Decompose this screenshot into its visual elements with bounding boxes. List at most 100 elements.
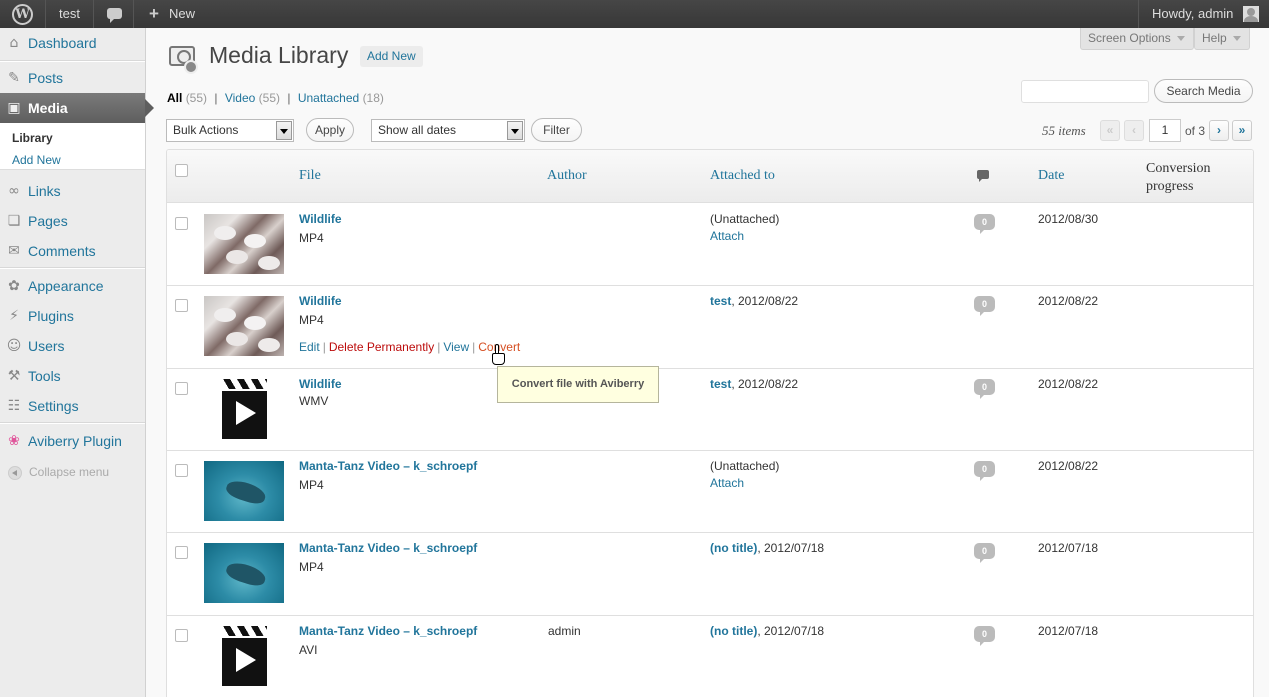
media-table: File Author Attached to Date Conversion …	[166, 149, 1254, 697]
delete-permanently-link[interactable]: Delete Permanently	[329, 340, 434, 354]
dropdown-arrow-icon	[276, 121, 292, 140]
media-title-link[interactable]: Wildlife	[299, 212, 342, 226]
menu-item-appearance[interactable]: ✿ Appearance	[0, 271, 145, 301]
total-pages: of 3	[1185, 124, 1206, 138]
search-media-button[interactable]: Search Media	[1154, 79, 1253, 103]
video-clapper-icon[interactable]	[222, 626, 267, 686]
media-title-link[interactable]: Wildlife	[299, 294, 342, 308]
comments-menu[interactable]	[94, 0, 134, 28]
media-title-link[interactable]: Manta-Tanz Video – k_schroepf	[299, 624, 477, 638]
menu-item-label: Pages	[28, 213, 68, 229]
comment-count-badge[interactable]: 0	[974, 379, 995, 399]
select-all-checkbox[interactable]	[175, 164, 188, 177]
file-extension: MP4	[299, 231, 324, 245]
collapse-menu-button[interactable]: Collapse menu	[0, 463, 145, 483]
comment-count-badge[interactable]: 0	[974, 626, 995, 646]
row-checkbox[interactable]	[175, 382, 188, 395]
menu-item-dashboard[interactable]: ⌂ Dashboard	[0, 28, 145, 58]
date-filter-select[interactable]: Show all dates	[371, 119, 525, 142]
attach-link[interactable]: Attach	[710, 476, 744, 490]
submenu-item-library[interactable]: Library	[12, 131, 53, 145]
menu-item-label: Dashboard	[28, 35, 97, 51]
video-clapper-icon[interactable]	[222, 379, 267, 439]
column-date[interactable]: Date	[1038, 168, 1064, 184]
edit-link[interactable]: Edit	[299, 340, 320, 354]
menu-item-comments[interactable]: ✉ Comments	[0, 236, 145, 266]
apply-button[interactable]: Apply	[306, 118, 354, 142]
comments-column-icon[interactable]	[977, 170, 989, 182]
wordpress-logo-icon: W	[12, 4, 33, 25]
page-title: Media Library	[209, 42, 349, 68]
attached-post-link[interactable]: test	[710, 377, 731, 391]
settings-icon: ☷	[7, 398, 21, 414]
prev-page-button[interactable]: ‹	[1124, 120, 1144, 141]
attached-status: (Unattached)	[710, 459, 780, 473]
media-title-link[interactable]: Wildlife	[299, 377, 342, 391]
site-name-link[interactable]: test	[46, 0, 94, 28]
next-page-button[interactable]: ›	[1209, 120, 1229, 141]
plus-icon: +	[149, 4, 159, 23]
row-checkbox[interactable]	[175, 546, 188, 559]
attached-post-link[interactable]: (no title)	[710, 624, 757, 638]
thumbnail-image[interactable]	[204, 296, 284, 356]
thumbnail-image[interactable]	[204, 461, 284, 521]
last-page-button[interactable]: »	[1232, 120, 1252, 141]
action-separator: |	[472, 340, 476, 354]
attached-to: (no title), 2012/07/18	[710, 541, 824, 555]
row-checkbox[interactable]	[175, 299, 188, 312]
menu-item-aviberry-plugin[interactable]: ❀ Aviberry Plugin	[0, 426, 145, 456]
column-author[interactable]: Author	[547, 168, 587, 184]
row-checkbox[interactable]	[175, 464, 188, 477]
comment-count-badge[interactable]: 0	[974, 461, 995, 481]
menu-item-links[interactable]: ∞ Links	[0, 176, 145, 206]
menu-item-posts[interactable]: ✎ Posts	[0, 63, 145, 93]
attached-post-link[interactable]: (no title)	[710, 541, 757, 555]
submenu-item-add-new[interactable]: Add New	[12, 153, 61, 167]
screen-options-button[interactable]: Screen Options	[1080, 28, 1194, 50]
comment-count-badge[interactable]: 0	[974, 214, 995, 234]
dropdown-arrow-icon	[507, 121, 523, 140]
comments-icon: ✉	[8, 243, 20, 259]
row-checkbox[interactable]	[175, 217, 188, 230]
new-content-menu[interactable]: + New	[134, 0, 204, 28]
dashboard-icon: ⌂	[9, 35, 19, 51]
view-link[interactable]: View	[443, 340, 469, 354]
plugins-icon: ⚡	[9, 308, 19, 324]
column-attached-to[interactable]: Attached to	[710, 168, 775, 184]
users-icon: ☺	[6, 338, 22, 354]
wordpress-logo-menu[interactable]: W	[0, 0, 46, 28]
search-input[interactable]	[1021, 80, 1149, 103]
appearance-icon: ✿	[8, 278, 20, 294]
menu-item-tools[interactable]: ⚒ Tools	[0, 361, 145, 391]
current-page-input[interactable]: 1	[1149, 119, 1181, 142]
attached-to: (no title), 2012/07/18	[710, 624, 824, 638]
attached-post-link[interactable]: test	[710, 294, 731, 308]
comment-count-badge[interactable]: 0	[974, 296, 995, 316]
media-title-link[interactable]: Manta-Tanz Video – k_schroepf	[299, 541, 477, 555]
my-account-menu[interactable]: Howdy, admin	[1138, 0, 1269, 28]
view-all-link[interactable]: All	[167, 91, 182, 105]
menu-item-users[interactable]: ☺ Users	[0, 331, 145, 361]
media-icon: ▣	[7, 100, 21, 116]
view-unattached-link[interactable]: Unattached	[298, 91, 359, 105]
thumbnail-image[interactable]	[204, 214, 284, 274]
menu-item-settings[interactable]: ☷ Settings	[0, 391, 145, 421]
filter-button[interactable]: Filter	[531, 118, 582, 142]
row-checkbox[interactable]	[175, 629, 188, 642]
view-video-link[interactable]: Video	[225, 91, 255, 105]
menu-separator	[0, 60, 145, 62]
bulk-actions-select[interactable]: Bulk Actions	[166, 119, 294, 142]
help-button[interactable]: Help	[1194, 28, 1250, 50]
add-new-button[interactable]: Add New	[360, 46, 423, 67]
menu-item-pages[interactable]: ❏ Pages	[0, 206, 145, 236]
menu-item-media[interactable]: ▣ Media	[0, 93, 154, 123]
menu-item-plugins[interactable]: ⚡ Plugins	[0, 301, 145, 331]
column-file[interactable]: File	[299, 168, 321, 184]
first-page-button[interactable]: «	[1100, 120, 1120, 141]
table-row: Manta-Tanz Video – k_schroepf MP4 (no ti…	[167, 533, 1253, 616]
file-extension: AVI	[299, 643, 318, 657]
attach-link[interactable]: Attach	[710, 229, 744, 243]
comment-count-badge[interactable]: 0	[974, 543, 995, 563]
thumbnail-image[interactable]	[204, 543, 284, 603]
media-title-link[interactable]: Manta-Tanz Video – k_schroepf	[299, 459, 477, 473]
